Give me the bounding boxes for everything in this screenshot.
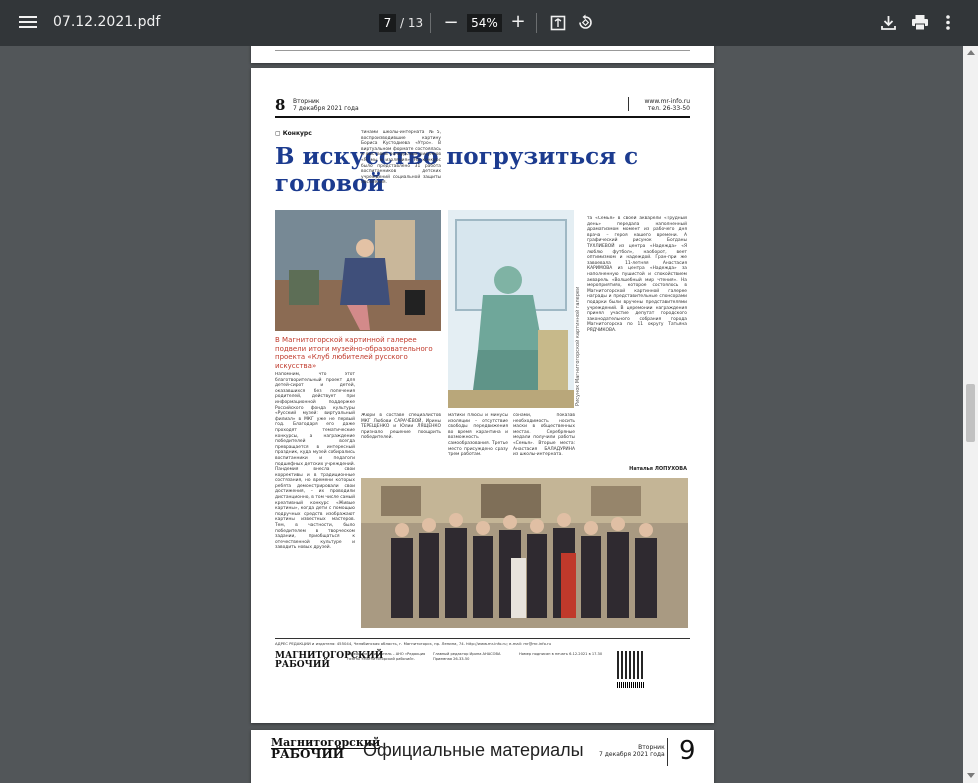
zoom-level-input[interactable]: 54% bbox=[467, 14, 502, 32]
page-day: Вторник bbox=[293, 98, 320, 105]
drawing-doctor-art bbox=[448, 210, 574, 408]
drawing-caption: Рисунок Магнитогорской картинной галереи bbox=[575, 286, 581, 406]
section-text: Конкурс bbox=[282, 130, 312, 137]
photo-group-art bbox=[361, 478, 688, 628]
article-column-5: та «Семья» в своей акварели «Трудный ден… bbox=[587, 216, 687, 333]
rotate-icon[interactable] bbox=[577, 14, 594, 31]
site-url: www.mr-info.ru bbox=[644, 98, 691, 105]
article-headline: В искусство погрузиться с головой bbox=[275, 143, 639, 197]
fit-page-icon[interactable] bbox=[550, 15, 566, 31]
footer-rule bbox=[275, 638, 690, 639]
founder-info: Учредитель и издатель – АНО «Редакция га… bbox=[347, 652, 426, 661]
next-page: Магнитогорский РАБОЧИЙ Официальные матер… bbox=[251, 730, 714, 783]
next-page-date-text: 7 декабря 2021 года bbox=[599, 751, 665, 758]
print-info: Номер подписан в печать 6.12.2021 в 17.3… bbox=[519, 652, 603, 656]
download-icon[interactable] bbox=[880, 14, 897, 31]
photo-performance bbox=[275, 210, 441, 331]
vertical-scrollbar[interactable] bbox=[963, 46, 978, 783]
photo-caption: В Магнитогорской картинной галерее подве… bbox=[275, 336, 433, 370]
more-vert-icon[interactable] bbox=[945, 14, 951, 31]
article-author: Наталья ЛОПУХОВА bbox=[629, 466, 687, 472]
page-date-text: 7 декабря 2021 года bbox=[293, 105, 359, 112]
pdf-toolbar: 07.12.2021.pdf 7 / 13 − 54% + bbox=[0, 0, 978, 46]
article-column-2: тинами школы-интерната №5, воспроизводив… bbox=[361, 130, 441, 186]
toolbar-divider bbox=[536, 13, 537, 33]
barcode bbox=[617, 682, 645, 688]
next-page-date: Вторник 7 декабря 2021 года bbox=[599, 744, 665, 758]
next-page-divider bbox=[667, 738, 668, 766]
photo-group bbox=[361, 478, 688, 628]
next-page-number: 9 bbox=[679, 736, 696, 766]
page-total: / 13 bbox=[400, 16, 424, 30]
qr-code bbox=[617, 651, 645, 679]
header-divider bbox=[628, 97, 629, 111]
article-column-3: матики плюсы и минусы изоляции – отсутст… bbox=[448, 413, 508, 458]
next-page-day: Вторник bbox=[638, 744, 665, 751]
page-rule bbox=[275, 50, 690, 51]
page-date: Вторник 7 декабря 2021 года bbox=[293, 98, 359, 112]
scroll-up-arrow-icon[interactable] bbox=[967, 50, 975, 55]
toolbar-divider bbox=[430, 13, 431, 33]
pdf-viewer[interactable]: 8 Вторник 7 декабря 2021 года www.mr-inf… bbox=[0, 46, 963, 783]
zoom-out-button[interactable]: − bbox=[443, 12, 459, 33]
page-number-input[interactable]: 7 bbox=[379, 14, 396, 32]
editor-info: Главный редактор Ирина АНАСОВА Приемная … bbox=[433, 652, 501, 661]
drawing-doctor bbox=[448, 210, 574, 408]
scroll-thumb[interactable] bbox=[966, 384, 975, 442]
bookmark-icon: ▢ bbox=[275, 130, 283, 137]
current-page: 8 Вторник 7 декабря 2021 года www.mr-inf… bbox=[251, 68, 714, 723]
article-column-4: сонами, показав необходимость носить мас… bbox=[513, 413, 575, 458]
article-column-1: Напомним, что этот благотворительный про… bbox=[275, 372, 355, 551]
page-contacts: www.mr-info.ru тел. 26-33-50 bbox=[645, 98, 691, 112]
previous-page bbox=[251, 46, 714, 63]
print-icon[interactable] bbox=[911, 14, 929, 31]
photo-performance-art bbox=[275, 210, 441, 331]
menu-icon[interactable] bbox=[17, 13, 39, 33]
scroll-down-arrow-icon[interactable] bbox=[967, 773, 975, 778]
page-number: 8 bbox=[275, 96, 286, 114]
zoom-in-button[interactable]: + bbox=[510, 11, 526, 32]
next-page-title: Официальные материалы bbox=[363, 740, 584, 760]
phone: тел. 26-33-50 bbox=[647, 105, 690, 112]
editorial-address: АДРЕС РЕДАКЦИИ и издателя: 455044, Челяб… bbox=[275, 641, 552, 646]
document-title: 07.12.2021.pdf bbox=[53, 14, 161, 30]
header-rule bbox=[275, 116, 690, 118]
section-label: ▢ Конкурс bbox=[275, 130, 312, 137]
article-column-2b: Жюри в составе специалистов МКГ Любови С… bbox=[361, 413, 441, 441]
newspaper-logo: МАГНИТОГОРСКИЙ РАБОЧИЙ bbox=[275, 651, 384, 670]
